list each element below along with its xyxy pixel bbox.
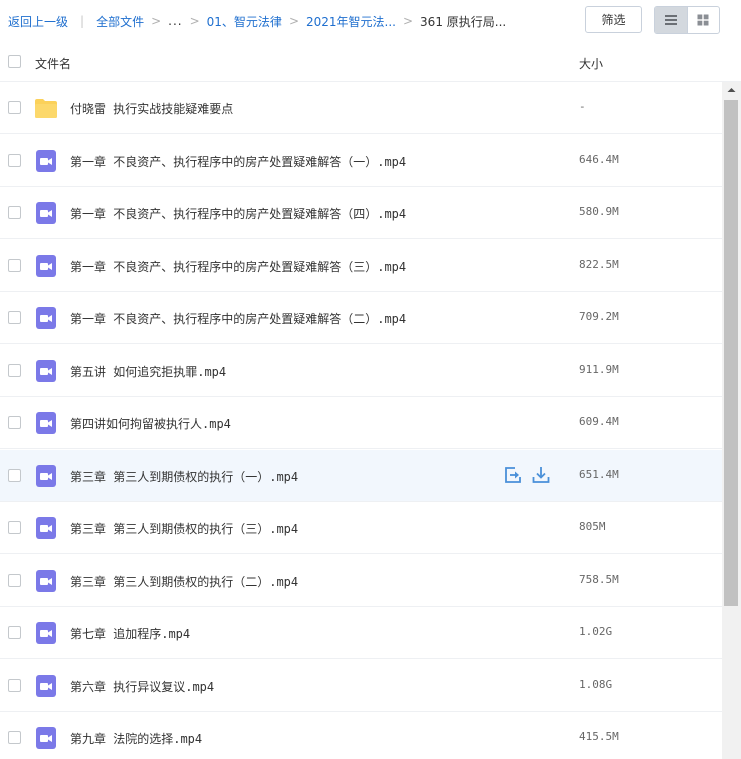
column-header-size[interactable]: 大小	[579, 55, 603, 72]
breadcrumb-current: 361 原执行局...	[420, 14, 507, 29]
video-file-icon	[36, 675, 56, 697]
file-row[interactable]: 第四讲如何拘留被执行人.mp4 609.4M	[0, 397, 722, 449]
vertical-scrollbar[interactable]	[722, 82, 741, 759]
file-row[interactable]: 第一章 不良资产、执行程序中的房产处置疑难解答（二）.mp4 709.2M	[0, 292, 722, 344]
folder-icon	[35, 99, 57, 118]
file-name[interactable]: 第七章 追加程序.mp4	[70, 625, 190, 642]
row-checkbox[interactable]	[8, 154, 21, 167]
row-checkbox[interactable]	[8, 364, 21, 377]
chevron-right-icon: >	[288, 14, 299, 28]
file-size: 415.5M	[579, 730, 619, 743]
folder-row[interactable]: 付晓雷 执行实战技能疑难要点 -	[0, 82, 722, 134]
view-mode-toggle	[654, 6, 720, 34]
scrollbar-thumb[interactable]	[724, 100, 738, 606]
row-checkbox[interactable]	[8, 679, 21, 692]
file-name[interactable]: 第三章 第三人到期债权的执行（二）.mp4	[70, 573, 298, 590]
file-row[interactable]: 第三章 第三人到期债权的执行（一）.mp4 651.4M	[0, 450, 722, 502]
file-row[interactable]: 第一章 不良资产、执行程序中的房产处置疑难解答（一）.mp4 646.4M	[0, 135, 722, 187]
breadcrumb-item[interactable]: 01、智元法律	[207, 13, 282, 30]
video-file-icon	[36, 307, 56, 329]
video-file-icon	[36, 412, 56, 434]
breadcrumb-divider: |	[80, 14, 85, 28]
video-file-icon	[36, 360, 56, 382]
row-checkbox[interactable]	[8, 259, 21, 272]
file-name[interactable]: 第九章 法院的选择.mp4	[70, 730, 202, 747]
file-name[interactable]: 第三章 第三人到期债权的执行（一）.mp4	[70, 468, 298, 485]
video-file-icon	[36, 622, 56, 644]
select-all-checkbox[interactable]	[8, 55, 21, 68]
file-size: 805M	[579, 520, 606, 533]
file-size: 822.5M	[579, 258, 619, 271]
all-files-link[interactable]: 全部文件	[96, 13, 144, 30]
file-name[interactable]: 第四讲如何拘留被执行人.mp4	[70, 415, 231, 432]
filter-button[interactable]: 筛选	[585, 6, 642, 33]
row-checkbox[interactable]	[8, 521, 21, 534]
file-name[interactable]: 第三章 第三人到期债权的执行（三）.mp4	[70, 520, 298, 537]
video-file-icon	[36, 255, 56, 277]
download-icon[interactable]	[532, 466, 550, 484]
file-row[interactable]: 第一章 不良资产、执行程序中的房产处置疑难解答（四）.mp4 580.9M	[0, 187, 722, 239]
list-view-icon	[664, 15, 677, 25]
row-checkbox[interactable]	[8, 574, 21, 587]
chevron-right-icon: >	[151, 14, 162, 28]
video-file-icon	[36, 727, 56, 749]
back-link[interactable]: 返回上一级	[8, 13, 68, 30]
file-size: 651.4M	[579, 468, 619, 481]
video-file-icon	[36, 465, 56, 487]
file-row[interactable]: 第五讲 如何追究拒执罪.mp4 911.9M	[0, 345, 722, 397]
file-row[interactable]: 第六章 执行异议复议.mp4 1.08G	[0, 660, 722, 712]
row-checkbox[interactable]	[8, 469, 21, 482]
file-size: 646.4M	[579, 153, 619, 166]
breadcrumb-ellipsis[interactable]: ...	[168, 14, 182, 28]
grid-view-button[interactable]	[686, 7, 720, 33]
column-header-name[interactable]: 文件名	[35, 55, 71, 72]
file-size: -	[579, 100, 586, 113]
row-actions	[504, 466, 550, 484]
file-size: 609.4M	[579, 415, 619, 428]
video-file-icon	[36, 150, 56, 172]
file-size: 911.9M	[579, 363, 619, 376]
share-icon[interactable]	[504, 466, 522, 484]
file-list: 付晓雷 执行实战技能疑难要点 - 第一章 不良资产、执行程序中的房产处置疑难解答（一…	[0, 82, 722, 759]
video-file-icon	[36, 517, 56, 539]
scroll-up-arrow-icon[interactable]	[722, 82, 741, 98]
folder-name[interactable]: 付晓雷 执行实战技能疑难要点	[70, 100, 233, 117]
row-checkbox[interactable]	[8, 626, 21, 639]
file-row[interactable]: 第三章 第三人到期债权的执行（二）.mp4 758.5M	[0, 555, 722, 607]
row-checkbox[interactable]	[8, 731, 21, 744]
grid-view-icon	[697, 14, 709, 26]
breadcrumb-item[interactable]: 2021年智元法...	[306, 13, 396, 30]
row-checkbox[interactable]	[8, 101, 21, 114]
file-size: 580.9M	[579, 205, 619, 218]
breadcrumb: 返回上一级 | 全部文件 > ... > 01、智元法律 > 2021年智元法.…	[8, 12, 506, 30]
row-checkbox[interactable]	[8, 416, 21, 429]
file-name[interactable]: 第一章 不良资产、执行程序中的房产处置疑难解答（一）.mp4	[70, 153, 406, 170]
chevron-right-icon: >	[189, 14, 200, 28]
file-list-header: 文件名 大小	[0, 43, 741, 82]
file-name[interactable]: 第五讲 如何追究拒执罪.mp4	[70, 363, 226, 380]
file-size: 758.5M	[579, 573, 619, 586]
file-row[interactable]: 第七章 追加程序.mp4 1.02G	[0, 607, 722, 659]
file-name[interactable]: 第一章 不良资产、执行程序中的房产处置疑难解答（二）.mp4	[70, 310, 406, 327]
file-size: 709.2M	[579, 310, 619, 323]
file-name[interactable]: 第六章 执行异议复议.mp4	[70, 678, 214, 695]
file-size: 1.08G	[579, 678, 613, 691]
file-row[interactable]: 第九章 法院的选择.mp4 415.5M	[0, 712, 722, 759]
file-row[interactable]: 第一章 不良资产、执行程序中的房产处置疑难解答（三）.mp4 822.5M	[0, 240, 722, 292]
chevron-right-icon: >	[402, 14, 414, 28]
video-file-icon	[36, 570, 56, 592]
top-bar: 返回上一级 | 全部文件 > ... > 01、智元法律 > 2021年智元法.…	[0, 0, 741, 42]
video-file-icon	[36, 202, 56, 224]
row-checkbox[interactable]	[8, 206, 21, 219]
list-view-button[interactable]	[655, 7, 687, 33]
file-name[interactable]: 第一章 不良资产、执行程序中的房产处置疑难解答（三）.mp4	[70, 258, 406, 275]
file-name[interactable]: 第一章 不良资产、执行程序中的房产处置疑难解答（四）.mp4	[70, 205, 406, 222]
file-size: 1.02G	[579, 625, 613, 638]
file-row[interactable]: 第三章 第三人到期债权的执行（三）.mp4 805M	[0, 502, 722, 554]
row-checkbox[interactable]	[8, 311, 21, 324]
